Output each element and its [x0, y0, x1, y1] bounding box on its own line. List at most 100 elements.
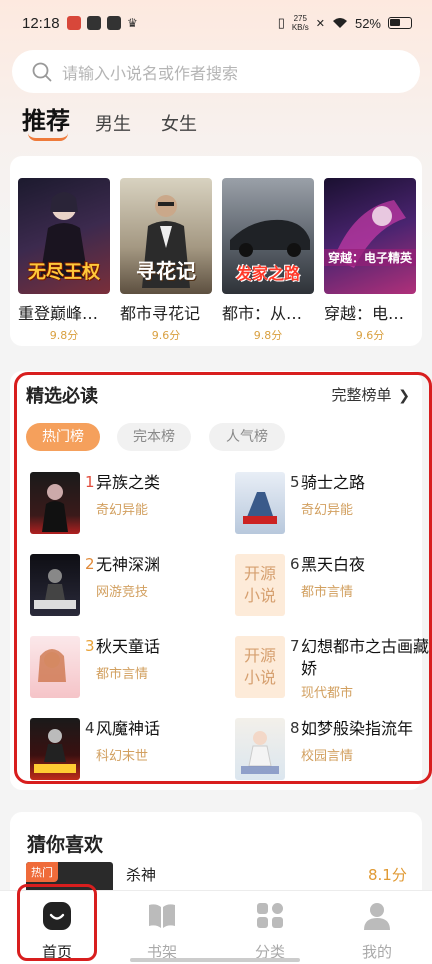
- book-card[interactable]: 无尽王权 重登巅峰之无尽王权 9.8分: [18, 178, 110, 343]
- rank-genre: 现代都市: [301, 686, 354, 701]
- wifi-icon: [332, 18, 347, 28]
- rank-genre: 校园言情: [301, 749, 354, 764]
- rank-cover: [30, 554, 80, 616]
- battery-icon: [388, 17, 412, 29]
- rank-title: 无神深渊: [96, 555, 161, 574]
- cover-art: [42, 484, 68, 532]
- full-ranking-link[interactable]: 完整榜单 ❯: [331, 384, 410, 405]
- rank-cover: [235, 472, 285, 534]
- network-speed: 275 KB/s: [291, 14, 309, 32]
- bottom-nav: 首页 书架 分类 我的: [0, 890, 432, 964]
- featured-title: 精选必读: [26, 386, 98, 407]
- book-score: 9.6分: [151, 329, 181, 342]
- tab-popular-ranking[interactable]: 人气榜: [209, 423, 285, 451]
- book-score: 9.8分: [49, 329, 79, 342]
- nav-home-label: 首页: [41, 943, 72, 961]
- ranking-item[interactable]: 4 风魔神话 科幻末世: [30, 718, 220, 782]
- rank-number: 4: [85, 719, 95, 737]
- home-icon: [43, 902, 71, 930]
- status-time: 12:18: [22, 15, 60, 32]
- ranking-item[interactable]: 5 骑士之路 奇幻异能: [235, 472, 425, 536]
- book-score: 9.6分: [355, 329, 385, 342]
- cover-title: 穿越：电子精英: [324, 249, 416, 266]
- rank-genre: 奇幻异能: [96, 503, 149, 518]
- guess-book-name[interactable]: 杀神: [126, 864, 156, 885]
- book-card[interactable]: 发家之路 都市：从汽车开始的发家之路 9.8分: [222, 178, 314, 343]
- cover-art: [34, 569, 76, 609]
- guess-title: 猜你喜欢: [27, 834, 104, 856]
- rank-title: 风魔神话: [96, 719, 161, 738]
- tab-active-indicator: [28, 133, 68, 141]
- rank-genre: 科幻末世: [96, 749, 149, 764]
- rank-cover: [30, 472, 80, 534]
- search-placeholder: 请输入小说名或作者搜索: [62, 63, 239, 83]
- cover-art: [243, 492, 277, 524]
- chevron-right-icon: ❯: [398, 388, 410, 404]
- search-bar[interactable]: 请输入小说名或作者搜索: [12, 50, 420, 93]
- full-ranking-label: 完整榜单: [331, 386, 392, 404]
- book-card[interactable]: 寻花记 都市寻花记 9.6分: [120, 178, 212, 343]
- notification-app-icon: [67, 16, 81, 30]
- tab-recommend[interactable]: 推荐: [22, 101, 70, 136]
- rank-number: 6: [290, 555, 300, 573]
- nav-profile-label: 我的: [361, 943, 392, 961]
- ranking-item[interactable]: 1 异族之类 奇幻异能: [30, 472, 220, 536]
- ranking-item[interactable]: 2 无神深渊 网游竞技: [30, 554, 220, 618]
- nav-home[interactable]: 首页: [17, 901, 97, 962]
- tab-completed-ranking[interactable]: 完本榜: [117, 423, 191, 451]
- status-bar: 12:18 ♛ ▯ 275 KB/s ✕ 52%: [0, 0, 432, 50]
- rank-cover: [235, 718, 285, 780]
- book-title: 重登巅峰之无尽王权: [18, 304, 110, 323]
- rank-number: 8: [290, 719, 300, 737]
- placeholder-cover: 开源 小说: [235, 554, 285, 616]
- cover-title: 寻花记: [136, 259, 196, 283]
- rank-cover: [30, 636, 80, 698]
- rank-genre: 都市言情: [301, 585, 354, 600]
- cover-art: [241, 731, 279, 774]
- cover-title: 无尽王权: [28, 262, 100, 283]
- nav-category[interactable]: 分类: [230, 901, 310, 962]
- rank-title: 幻想都市之古画藏娇: [301, 637, 430, 678]
- nav-bookshelf[interactable]: 书架: [122, 901, 202, 962]
- recommend-card: 无尽王权 重登巅峰之无尽王权 9.8分 寻花记 都市寻花记 9.6分 发家之路: [10, 156, 422, 346]
- rank-number: 2: [85, 555, 95, 573]
- hot-badge: 热门: [26, 862, 58, 882]
- cover-title: 发家之路: [235, 264, 300, 283]
- rank-number: 1: [85, 473, 95, 491]
- rank-title: 秋天童话: [96, 637, 161, 656]
- rank-genre: 网游竞技: [96, 585, 149, 600]
- message-app-icon: [107, 16, 121, 30]
- rank-title: 黑天白夜: [301, 555, 366, 574]
- tab-female[interactable]: 女生: [161, 110, 197, 136]
- crown-icon: ♛: [127, 16, 138, 30]
- tab-male[interactable]: 男生: [95, 110, 131, 136]
- gesture-bar[interactable]: [130, 958, 300, 962]
- book-title: 穿越：电子精英: [324, 304, 416, 323]
- rank-title: 异族之类: [96, 473, 161, 492]
- rank-number: 7: [290, 637, 300, 655]
- cover-art: [38, 649, 66, 682]
- ranking-item[interactable]: 开源 小说 6 黑天白夜 都市言情: [235, 554, 425, 618]
- rank-cover: [30, 718, 80, 780]
- rank-genre: 都市言情: [96, 667, 149, 682]
- status-app-icons: ♛: [67, 16, 141, 30]
- ranking-item[interactable]: 8 如梦般染指流年 校园言情: [235, 718, 425, 782]
- rank-number: 3: [85, 637, 95, 655]
- tiktok-icon: [87, 16, 101, 30]
- category-icon: [257, 903, 283, 928]
- nav-profile[interactable]: 我的: [337, 901, 417, 962]
- book-cover: 无尽王权: [18, 178, 110, 294]
- placeholder-cover: 开源 小说: [235, 636, 285, 698]
- tab-hot-ranking[interactable]: 热门榜: [26, 423, 100, 451]
- ranking-item[interactable]: 3 秋天童话 都市言情: [30, 636, 220, 700]
- status-indicators: ▯ 275 KB/s ✕ 52%: [278, 14, 412, 32]
- book-cover: 发家之路: [222, 178, 314, 294]
- book-card[interactable]: 穿越：电子精英 穿越：电子精英 9.6分: [324, 178, 416, 343]
- vibrate-icon: ▯: [277, 15, 285, 30]
- book-title: 都市寻花记: [120, 304, 201, 323]
- cover-art: [334, 200, 406, 268]
- ranking-item[interactable]: 开源 小说 7 幻想都市之古画藏娇 现代都市: [235, 636, 429, 701]
- guess-book-score: 8.1分: [368, 866, 407, 884]
- book-score: 9.8分: [253, 329, 283, 342]
- rank-title: 骑士之路: [301, 473, 366, 492]
